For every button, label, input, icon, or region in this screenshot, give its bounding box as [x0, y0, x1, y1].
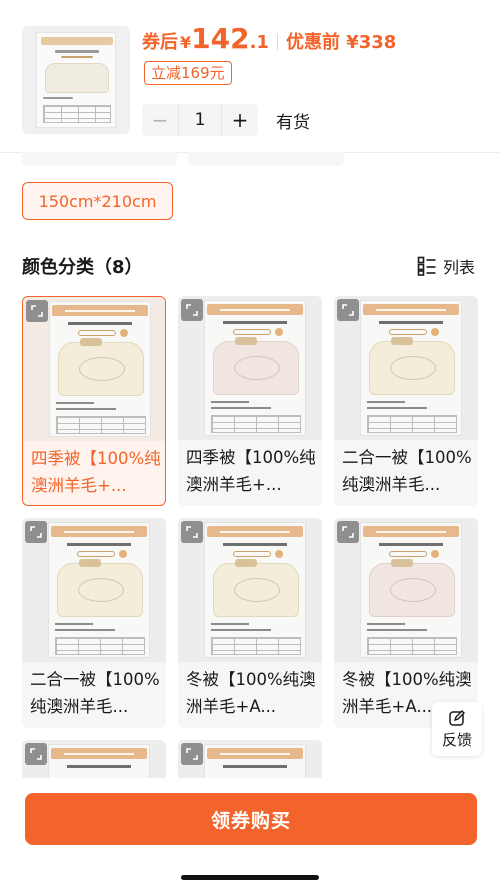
- thumbnail-poster: [36, 32, 116, 128]
- color-option-card[interactable]: 二合一被【100%纯澳洲羊毛...: [334, 296, 478, 506]
- option-image: [178, 296, 322, 440]
- original-price: 优惠前 ¥338: [285, 32, 397, 53]
- edit-feedback-icon: [449, 709, 465, 726]
- option-image: [178, 518, 322, 662]
- scrolled-option-edge: [22, 152, 177, 166]
- price-row: 券后 ¥ 142 .1 优惠前 ¥338: [142, 22, 396, 62]
- buy-with-coupon-button[interactable]: 领券购买: [25, 793, 477, 845]
- color-section-title: 颜色分类（8）: [22, 257, 143, 278]
- color-option-card[interactable]: 四季被【100%纯澳洲羊毛+...: [178, 296, 322, 506]
- option-image: [23, 297, 165, 441]
- option-image: [22, 518, 166, 662]
- list-view-toggle[interactable]: 列表: [417, 254, 475, 278]
- product-thumbnail[interactable]: [22, 26, 130, 134]
- list-view-icon: [417, 256, 436, 276]
- product-poster: [48, 522, 150, 658]
- decrease-button[interactable]: −: [142, 104, 178, 136]
- color-option-card[interactable]: 冬被【100%纯澳洲羊毛+A...: [334, 518, 478, 728]
- zoom-icon[interactable]: [25, 521, 47, 543]
- option-label: 二合一被【100%纯澳洲羊毛...: [30, 670, 160, 716]
- product-summary: 券后 ¥ 142 .1 优惠前 ¥338 立减169元 − 1 + 有货: [0, 0, 500, 150]
- product-poster: [204, 300, 306, 436]
- scrolled-option-edge: [188, 152, 344, 166]
- quantity-value[interactable]: 1: [178, 104, 222, 136]
- zoom-icon[interactable]: [337, 521, 359, 543]
- option-image: [178, 740, 322, 780]
- feedback-button[interactable]: 反馈: [432, 702, 482, 756]
- price-separator: [276, 34, 278, 50]
- color-option-card[interactable]: 冬被【100%纯澳洲羊毛+A...: [178, 518, 322, 728]
- product-poster: [204, 522, 306, 658]
- option-label: 四季被【100%纯澳洲羊毛+...: [186, 448, 316, 494]
- zoom-icon[interactable]: [337, 299, 359, 321]
- price-decimal: .1: [249, 32, 269, 53]
- product-poster: [49, 301, 151, 437]
- feedback-label: 反馈: [441, 730, 472, 749]
- color-option-card[interactable]: 二合一被【100%纯澳洲羊毛...: [22, 518, 166, 728]
- option-image: [22, 740, 166, 780]
- price-prefix: 券后: [142, 32, 178, 53]
- color-option-card[interactable]: [22, 740, 166, 780]
- zoom-icon[interactable]: [181, 299, 203, 321]
- quantity-stepper: − 1 +: [142, 104, 258, 136]
- size-option-selected[interactable]: 150cm*210cm: [22, 182, 173, 220]
- zoom-icon[interactable]: [26, 300, 48, 322]
- option-image: [334, 296, 478, 440]
- color-option-card[interactable]: [178, 740, 322, 780]
- zoom-icon[interactable]: [25, 743, 47, 765]
- price-integer: 142: [191, 22, 250, 55]
- option-image: [334, 518, 478, 662]
- zoom-icon[interactable]: [181, 521, 203, 543]
- home-indicator: [181, 875, 319, 880]
- product-poster: [204, 744, 306, 780]
- option-label: 冬被【100%纯澳洲羊毛+A...: [186, 670, 316, 716]
- color-options-grid: 四季被【100%纯澳洲羊毛+... 四季被【100%纯澳洲羊毛+... 二合一被…: [22, 296, 478, 796]
- option-label: 二合一被【100%纯澳洲羊毛...: [342, 448, 472, 494]
- product-poster: [360, 522, 462, 658]
- list-view-label: 列表: [443, 258, 476, 277]
- increase-button[interactable]: +: [222, 104, 258, 136]
- option-label: 四季被【100%纯澳洲羊毛+...: [31, 449, 161, 495]
- currency-symbol: ¥: [180, 33, 192, 52]
- product-poster: [48, 744, 150, 780]
- color-option-card[interactable]: 四季被【100%纯澳洲羊毛+...: [22, 296, 166, 506]
- discount-tag: 立减169元: [144, 61, 232, 85]
- stock-status: 有货: [276, 113, 310, 133]
- zoom-icon[interactable]: [181, 743, 203, 765]
- product-poster: [360, 300, 462, 436]
